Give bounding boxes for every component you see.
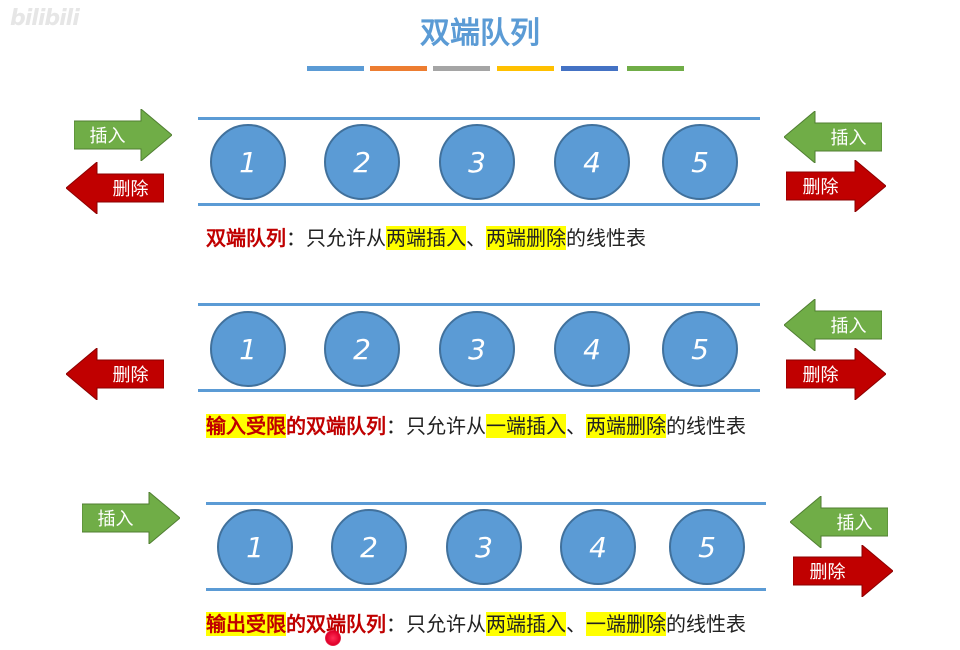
queue-bottom-rail xyxy=(198,389,760,392)
color-bar-gray xyxy=(433,66,490,71)
queue-element: 2 xyxy=(324,311,400,387)
separator: 、 xyxy=(566,414,586,438)
color-bar-yellow xyxy=(497,66,554,71)
deque-description: 输入受限的双端队列：只允许从一端插入、两端删除的线性表 xyxy=(206,410,746,439)
highlight-delete: 两端删除 xyxy=(586,414,666,438)
arrow-label: 插入 xyxy=(830,316,867,337)
highlight-insert: 两端插入 xyxy=(486,612,566,636)
highlight-delete: 两端删除 xyxy=(486,226,566,250)
queue-top-rail xyxy=(198,303,760,306)
right-insert-arrow: 插入 xyxy=(784,111,882,163)
arrow-label: 删除 xyxy=(112,365,149,386)
left-insert-arrow: 插入 xyxy=(74,109,172,161)
highlight-delete: 一端删除 xyxy=(586,612,666,636)
left-delete-arrow: 删除 xyxy=(66,348,164,400)
arrow-label: 插入 xyxy=(97,509,134,530)
laser-pointer-dot xyxy=(325,630,341,646)
right-delete-arrow: 删除 xyxy=(786,160,886,212)
queue-bottom-rail xyxy=(206,588,766,591)
desc-text: 的线性表 xyxy=(666,612,746,636)
left-insert-arrow: 插入 xyxy=(82,492,180,544)
queue-element: 1 xyxy=(217,509,293,585)
arrow-label: 插入 xyxy=(836,513,873,534)
right-insert-arrow: 插入 xyxy=(790,496,888,548)
term-highlight: 双端队列 xyxy=(206,226,286,250)
queue-top-rail xyxy=(198,117,760,120)
queue-element: 4 xyxy=(554,311,630,387)
term-highlight: 输入受限 xyxy=(206,414,286,438)
color-bar-orange xyxy=(370,66,427,71)
queue-bottom-rail xyxy=(198,203,760,206)
arrow-label: 插入 xyxy=(89,126,126,147)
page-title: 双端队列 xyxy=(420,16,540,51)
deque-description: 输出受限的双端队列：只允许从两端插入、一端删除的线性表 xyxy=(206,608,746,637)
separator: 、 xyxy=(566,612,586,636)
arrow-label: 删除 xyxy=(802,177,839,198)
color-bar-blue xyxy=(307,66,364,71)
right-insert-arrow: 插入 xyxy=(784,299,882,351)
queue-element: 3 xyxy=(439,311,515,387)
queue-element: 5 xyxy=(669,509,745,585)
arrow-label: 删除 xyxy=(802,365,839,386)
desc-text: 的线性表 xyxy=(566,226,646,250)
highlight-insert: 一端插入 xyxy=(486,414,566,438)
desc-text: 的线性表 xyxy=(666,414,746,438)
queue-element: 2 xyxy=(324,124,400,200)
queue-element: 1 xyxy=(210,124,286,200)
colon: ： xyxy=(386,612,406,636)
queue-element: 4 xyxy=(554,124,630,200)
queue-element: 3 xyxy=(439,124,515,200)
queue-element: 1 xyxy=(210,311,286,387)
queue-element: 5 xyxy=(662,311,738,387)
desc-text: 只允许从 xyxy=(406,414,486,438)
queue-element: 4 xyxy=(560,509,636,585)
color-bar-green xyxy=(627,66,684,71)
colon: ： xyxy=(386,414,406,438)
right-delete-arrow: 删除 xyxy=(793,545,893,597)
term-highlight: 输出受限 xyxy=(206,612,286,636)
arrow-label: 删除 xyxy=(809,562,846,583)
desc-text: 只允许从 xyxy=(306,226,386,250)
colon: ： xyxy=(286,226,306,250)
desc-text: 只允许从 xyxy=(406,612,486,636)
queue-element: 2 xyxy=(331,509,407,585)
right-delete-arrow: 删除 xyxy=(786,348,886,400)
highlight-insert: 两端插入 xyxy=(386,226,466,250)
color-bar-dark-blue xyxy=(561,66,618,71)
deque-description: 双端队列：只允许从两端插入、两端删除的线性表 xyxy=(206,222,646,251)
arrow-label: 删除 xyxy=(112,179,149,200)
queue-top-rail xyxy=(206,502,766,505)
queue-element: 5 xyxy=(662,124,738,200)
arrow-label: 插入 xyxy=(830,128,867,149)
queue-element: 3 xyxy=(446,509,522,585)
left-delete-arrow: 删除 xyxy=(66,162,164,214)
term-rest: 的双端队列 xyxy=(286,414,386,438)
separator: 、 xyxy=(466,226,486,250)
